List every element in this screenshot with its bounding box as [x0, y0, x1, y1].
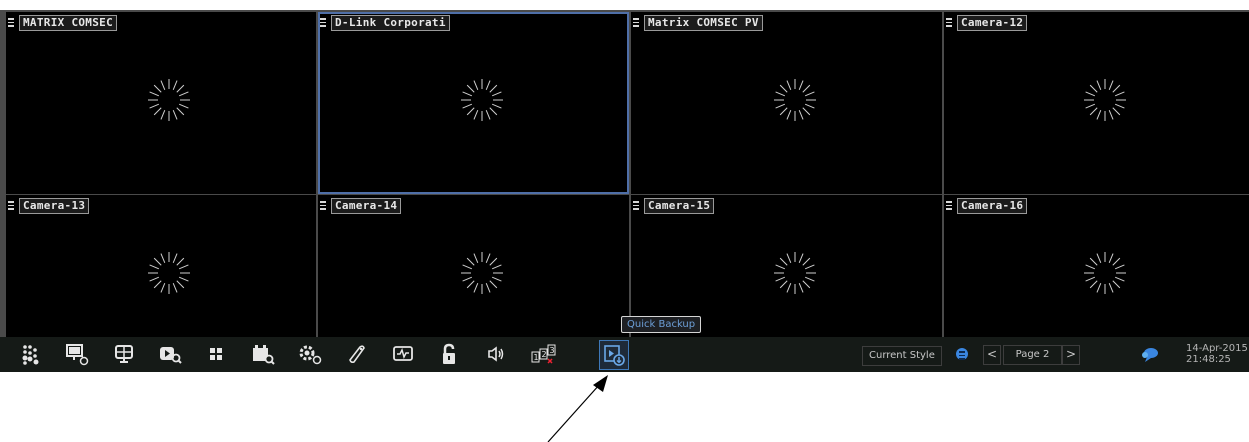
annotation-arrow	[547, 375, 608, 442]
annotation-arrow-line	[547, 383, 601, 442]
